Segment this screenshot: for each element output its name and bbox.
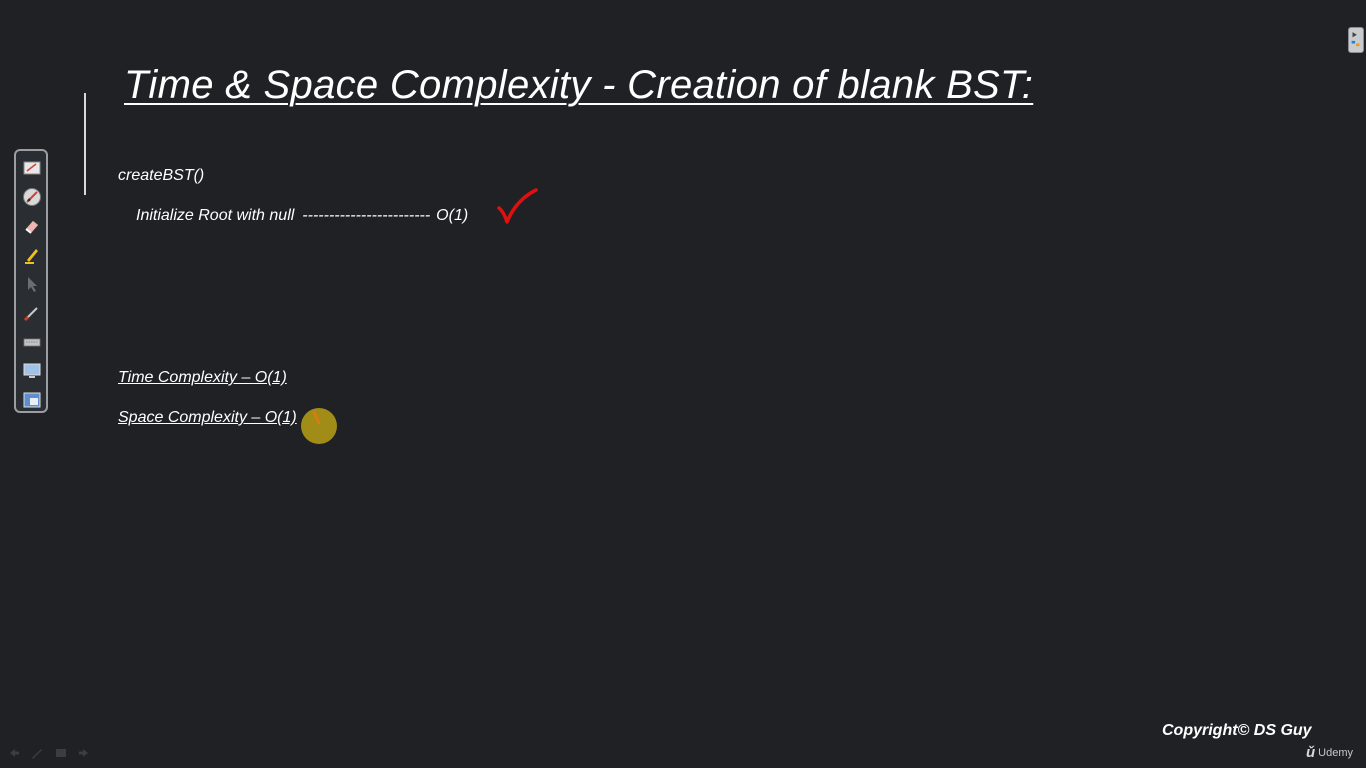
function-name: createBST() [118, 167, 205, 184]
udemy-logo-icon: ǔ [1306, 744, 1316, 761]
checkmark-icon [497, 188, 538, 224]
slide-navigation [5, 745, 93, 763]
brush-icon[interactable] [21, 302, 43, 324]
menu-icon[interactable] [53, 745, 69, 761]
copyright-notice: Copyright© DS Guy [1162, 722, 1312, 739]
pen-cursor-icon [312, 410, 321, 425]
init-cost: O(1) [436, 207, 469, 224]
space-complexity: Space Complexity – O(1) [118, 409, 297, 426]
screen-icon[interactable] [21, 360, 43, 382]
expand-icon [1351, 32, 1360, 47]
text-caret-line [84, 93, 86, 195]
udemy-watermark: ǔ Udemy [1306, 744, 1353, 761]
udemy-brand-name: Udemy [1318, 746, 1354, 759]
next-arrow-icon[interactable] [77, 745, 93, 761]
pencil-icon[interactable] [29, 745, 45, 761]
slide-canvas: Time & Space Complexity - Creation of bl… [0, 0, 1366, 768]
whiteboard-icon[interactable] [21, 157, 43, 179]
annotation-toolbar [14, 149, 48, 413]
eraser-icon[interactable] [21, 215, 43, 237]
time-complexity: Time Complexity – O(1) [118, 369, 287, 386]
keyboard-icon[interactable] [21, 331, 43, 353]
previous-arrow-icon[interactable] [5, 745, 21, 761]
init-statement-line: Initialize Root with null ---------------… [136, 207, 468, 225]
pen-disabled-icon[interactable] [21, 186, 43, 208]
screen-switch-icon[interactable] [21, 389, 43, 411]
pointer-icon[interactable] [21, 273, 43, 295]
init-statement: Initialize Root with null [136, 207, 295, 224]
highlighter-icon[interactable] [21, 244, 43, 266]
player-corner-widget[interactable] [1348, 27, 1364, 53]
slide-title: Time & Space Complexity - Creation of bl… [124, 63, 1034, 107]
init-dashes: ------------------------ [302, 207, 431, 224]
